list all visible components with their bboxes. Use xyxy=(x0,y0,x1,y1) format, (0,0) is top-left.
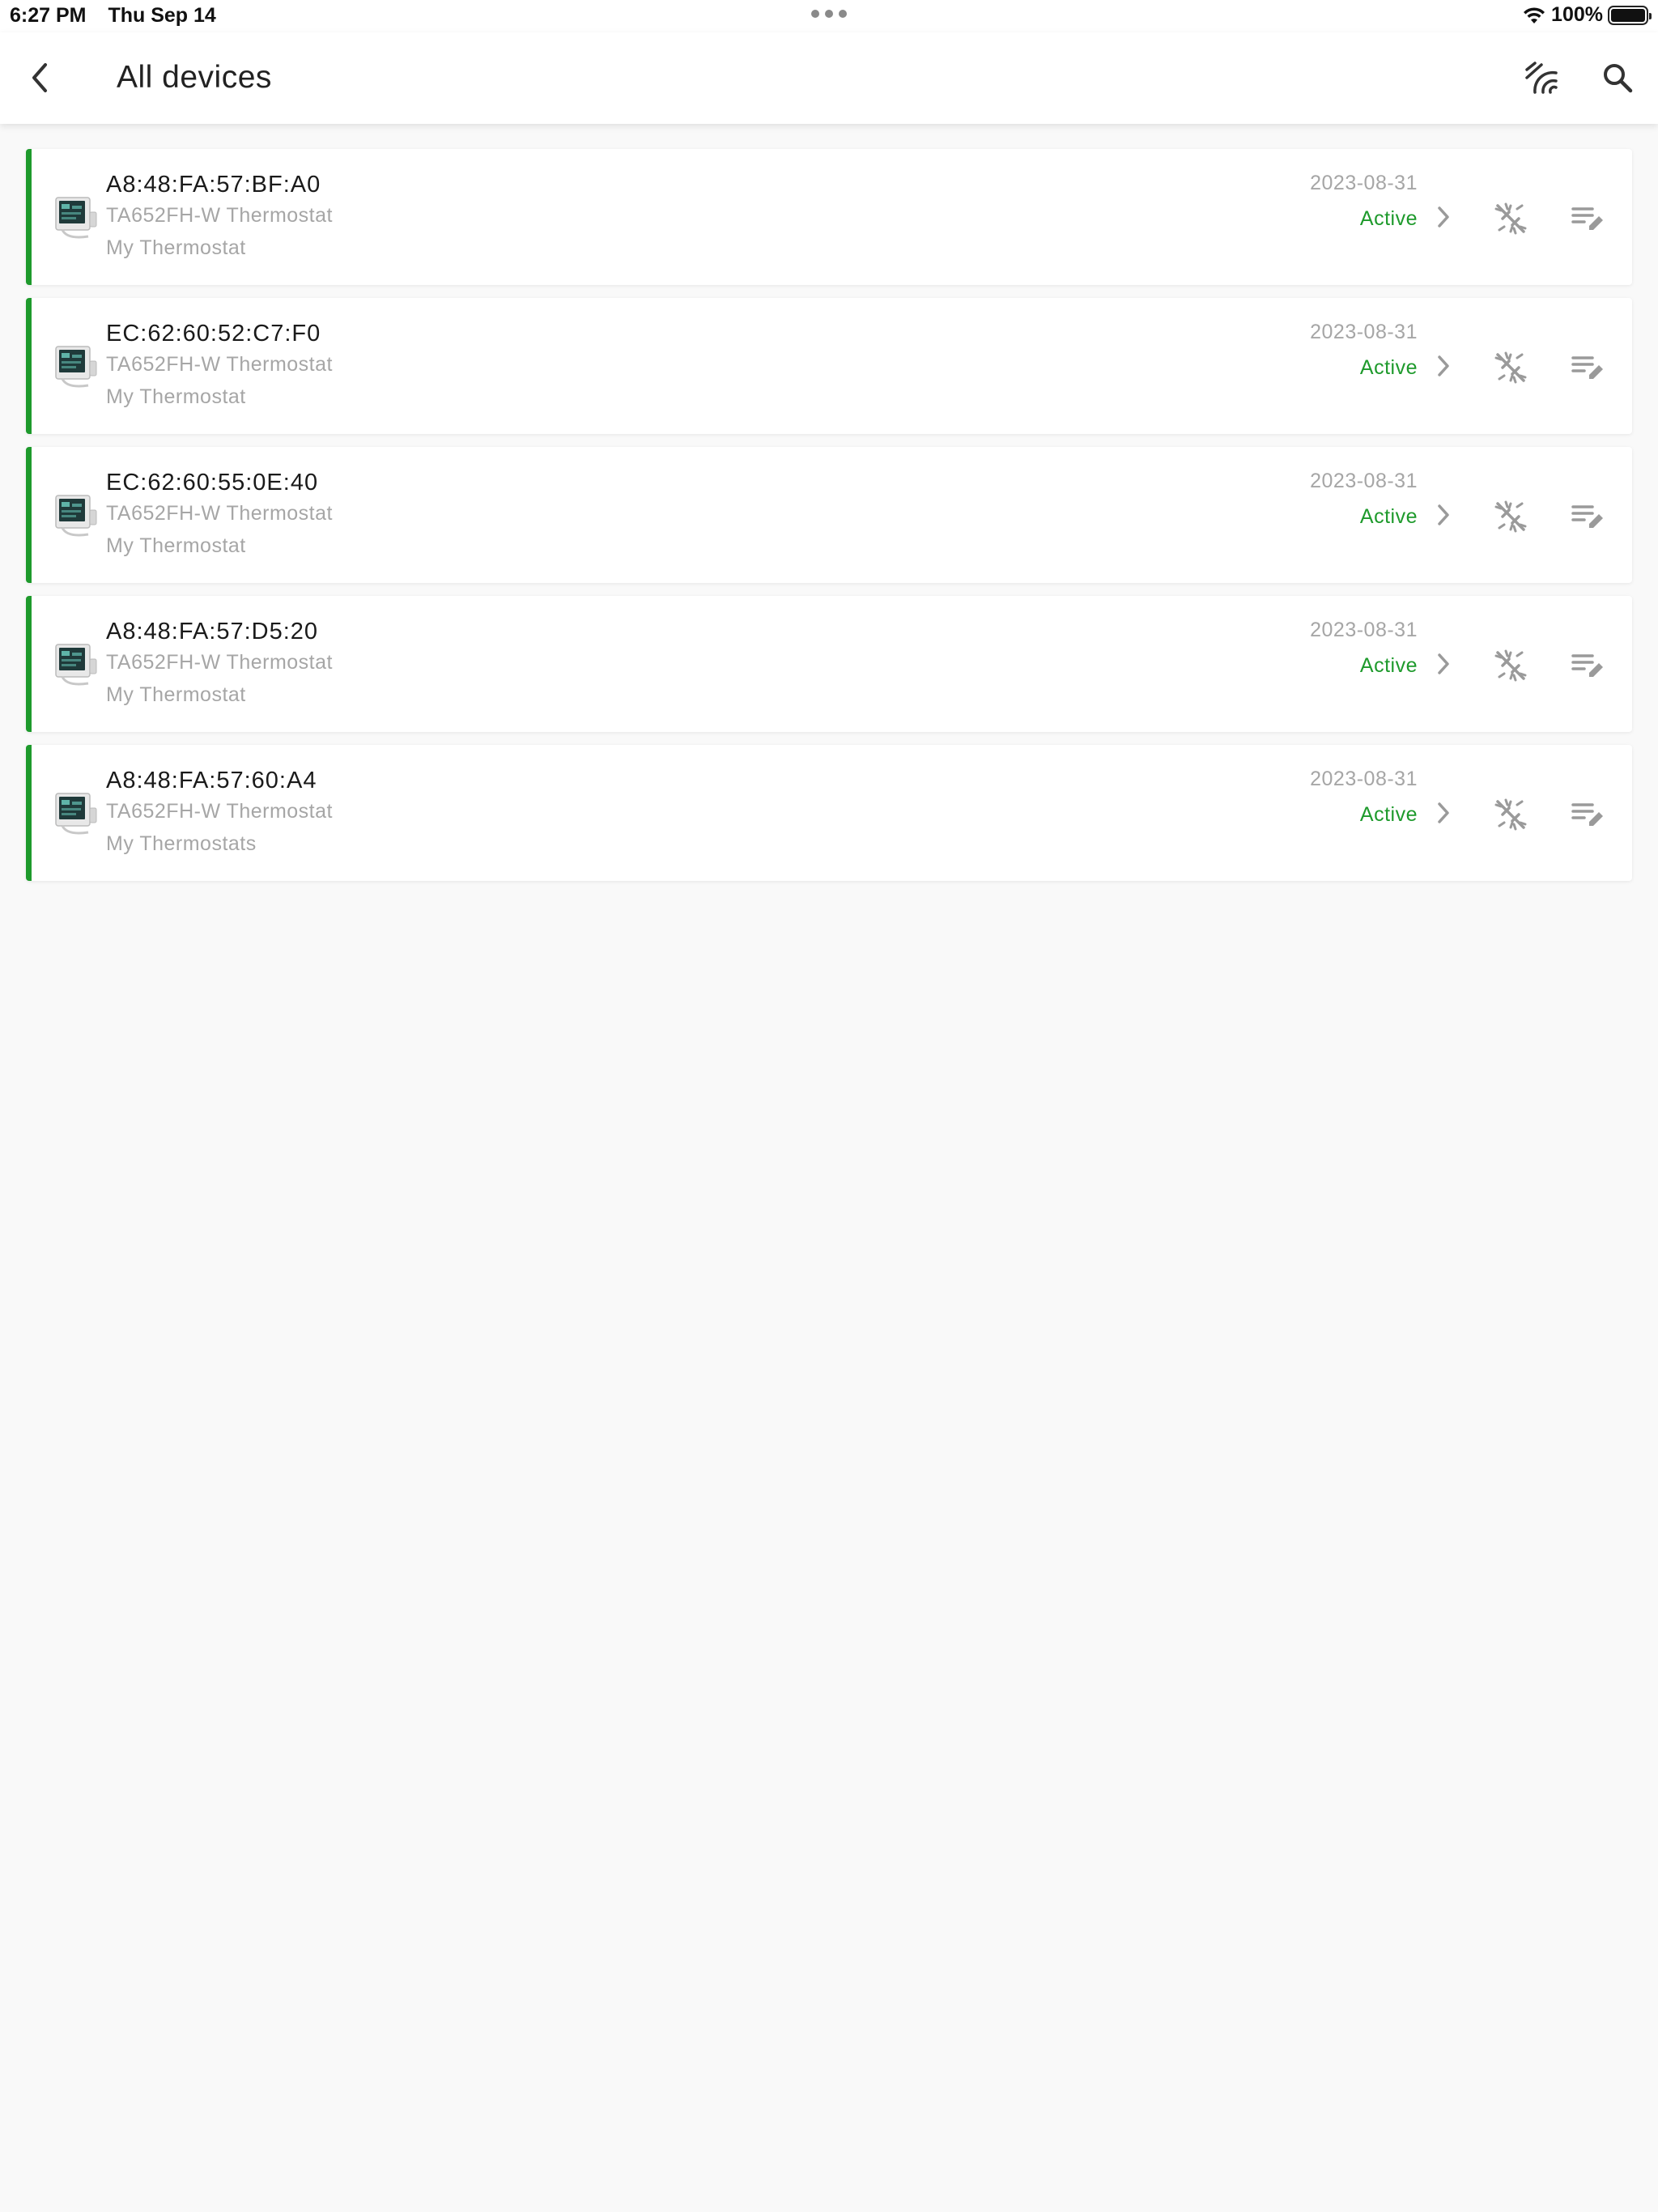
device-texts: A8:48:FA:57:D5:20 TA652FH-W Thermostat M… xyxy=(106,617,333,711)
edit-note-icon xyxy=(1571,505,1603,528)
device-card-4[interactable]: A8:48:FA:57:D5:20 TA652FH-W Thermostat M… xyxy=(26,596,1632,732)
device-model: TA652FH-W Thermostat xyxy=(106,651,333,674)
device-model: TA652FH-W Thermostat xyxy=(106,353,333,376)
link-off-icon xyxy=(1494,500,1527,533)
search-icon xyxy=(1604,64,1633,93)
link-off-icon xyxy=(1494,202,1527,235)
status-right: 100% xyxy=(1522,3,1652,27)
device-model: TA652FH-W Thermostat xyxy=(106,800,333,823)
edit-note-icon xyxy=(1571,207,1603,230)
chevron-right-icon xyxy=(1438,802,1449,823)
device-status-badge: Active xyxy=(1359,356,1418,379)
device-mac-address: EC:62:60:55:0E:40 xyxy=(106,470,319,496)
open-device-button[interactable] xyxy=(1431,351,1456,381)
edit-note-icon xyxy=(1571,654,1603,677)
app-bar: All devices xyxy=(0,32,1658,124)
device-list: A8:48:FA:57:BF:A0 TA652FH-W Thermostat M… xyxy=(26,149,1632,894)
thermostat-thumbnail-icon xyxy=(55,644,97,686)
status-time: 6:27 PM xyxy=(10,4,87,27)
battery-percent: 100% xyxy=(1551,3,1603,26)
device-card-2[interactable]: EC:62:60:52:C7:F0 TA652FH-W Thermostat M… xyxy=(26,298,1632,434)
unlink-device-button[interactable] xyxy=(1491,497,1530,536)
back-button[interactable] xyxy=(18,55,63,100)
thermostat-thumbnail-icon xyxy=(55,793,97,835)
device-model: TA652FH-W Thermostat xyxy=(106,204,333,227)
status-bar: 6:27 PM Thu Sep 14 100% xyxy=(0,0,1658,32)
device-mac-address: A8:48:FA:57:BF:A0 xyxy=(106,172,321,198)
device-mac-address: A8:48:FA:57:60:A4 xyxy=(106,768,317,793)
device-card-1[interactable]: A8:48:FA:57:BF:A0 TA652FH-W Thermostat M… xyxy=(26,149,1632,285)
device-name: My Thermostat xyxy=(106,534,246,557)
device-date: 2023-08-31 xyxy=(1310,321,1418,343)
edit-device-button[interactable] xyxy=(1568,199,1607,238)
device-date: 2023-08-31 xyxy=(1310,768,1418,790)
chevron-right-icon xyxy=(1438,206,1449,228)
edit-note-icon xyxy=(1571,803,1603,826)
device-date: 2023-08-31 xyxy=(1310,172,1418,194)
battery-icon xyxy=(1608,5,1652,25)
device-status-badge: Active xyxy=(1359,207,1418,230)
signal-scan-icon xyxy=(1525,62,1558,94)
back-arrow-icon xyxy=(32,63,47,92)
open-device-button[interactable] xyxy=(1431,798,1456,827)
thermostat-thumbnail-icon xyxy=(55,197,97,239)
device-texts: A8:48:FA:57:BF:A0 TA652FH-W Thermostat M… xyxy=(106,170,333,264)
search-button[interactable] xyxy=(1595,55,1640,100)
unlink-device-button[interactable] xyxy=(1491,646,1530,685)
open-device-button[interactable] xyxy=(1431,202,1456,232)
unlink-device-button[interactable] xyxy=(1491,199,1530,238)
multitasking-dots-icon[interactable] xyxy=(811,10,847,18)
edit-device-button[interactable] xyxy=(1568,348,1607,387)
edit-note-icon xyxy=(1571,356,1603,379)
device-name: My Thermostat xyxy=(106,683,246,706)
device-date: 2023-08-31 xyxy=(1310,619,1418,641)
edit-device-button[interactable] xyxy=(1568,646,1607,685)
status-date: Thu Sep 14 xyxy=(108,4,216,27)
device-name: My Thermostat xyxy=(106,236,246,259)
page-title: All devices xyxy=(117,60,272,95)
edit-device-button[interactable] xyxy=(1568,795,1607,834)
open-device-button[interactable] xyxy=(1431,500,1456,530)
device-texts: A8:48:FA:57:60:A4 TA652FH-W Thermostat M… xyxy=(106,766,333,860)
status-time-date: 6:27 PM Thu Sep 14 xyxy=(10,4,216,28)
thermostat-thumbnail-icon xyxy=(55,346,97,388)
device-status-badge: Active xyxy=(1359,803,1418,826)
device-name: My Thermostat xyxy=(106,385,246,408)
device-status-badge: Active xyxy=(1359,505,1418,528)
device-card-5[interactable]: A8:48:FA:57:60:A4 TA652FH-W Thermostat M… xyxy=(26,745,1632,881)
device-texts: EC:62:60:55:0E:40 TA652FH-W Thermostat M… xyxy=(106,468,333,562)
edit-device-button[interactable] xyxy=(1568,497,1607,536)
device-card-3[interactable]: EC:62:60:55:0E:40 TA652FH-W Thermostat M… xyxy=(26,447,1632,583)
unlink-device-button[interactable] xyxy=(1491,795,1530,834)
wifi-icon xyxy=(1524,6,1545,23)
device-model: TA652FH-W Thermostat xyxy=(106,502,333,525)
device-date: 2023-08-31 xyxy=(1310,470,1418,492)
link-off-icon xyxy=(1494,798,1527,831)
link-off-icon xyxy=(1494,351,1527,384)
device-texts: EC:62:60:52:C7:F0 TA652FH-W Thermostat M… xyxy=(106,319,333,413)
open-device-button[interactable] xyxy=(1431,649,1456,678)
link-off-icon xyxy=(1494,649,1527,682)
device-status-badge: Active xyxy=(1359,654,1418,677)
signal-scan-button[interactable] xyxy=(1519,55,1564,100)
device-mac-address: A8:48:FA:57:D5:20 xyxy=(106,619,319,644)
unlink-device-button[interactable] xyxy=(1491,348,1530,387)
chevron-right-icon xyxy=(1438,653,1449,674)
device-mac-address: EC:62:60:52:C7:F0 xyxy=(106,321,321,347)
device-name: My Thermostats xyxy=(106,832,257,855)
thermostat-thumbnail-icon xyxy=(55,495,97,537)
chevron-right-icon xyxy=(1438,504,1449,525)
chevron-right-icon xyxy=(1438,355,1449,376)
